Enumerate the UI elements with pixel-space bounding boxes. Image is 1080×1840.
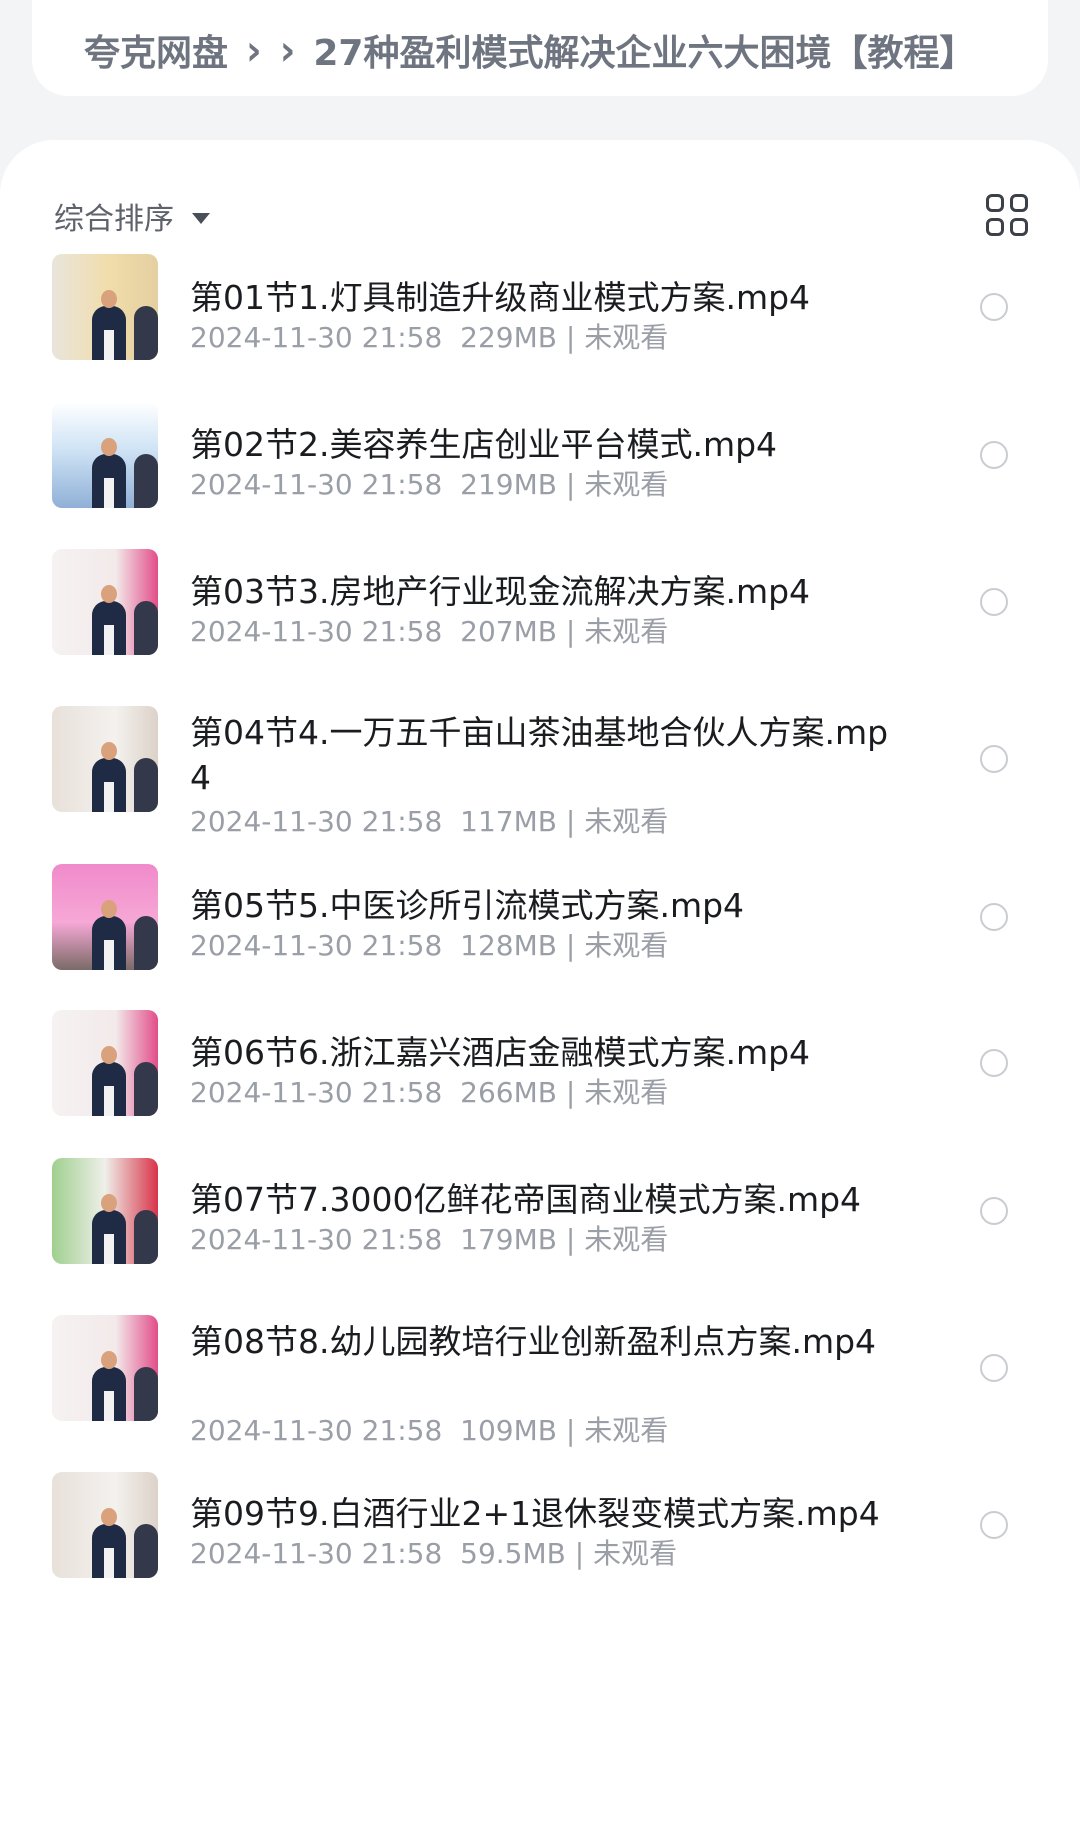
- watch-status: 未观看: [584, 1223, 669, 1256]
- video-thumbnail: [52, 1315, 158, 1421]
- select-radio[interactable]: [980, 1197, 1008, 1225]
- file-date: 2024-11-30 21:58: [190, 1223, 443, 1256]
- file-name[interactable]: 第04节4.一万五千亩山茶油基地合伙人方案.mp4: [190, 710, 890, 800]
- meta-divider: |: [556, 1076, 585, 1109]
- select-radio[interactable]: [980, 293, 1008, 321]
- file-meta: 2024-11-30 21:58 179MB | 未观看: [190, 1222, 668, 1258]
- file-name[interactable]: 第05节5.中医诊所引流模式方案.mp4: [190, 883, 890, 928]
- meta-divider: |: [556, 468, 585, 501]
- select-radio[interactable]: [980, 441, 1008, 469]
- file-meta: 2024-11-30 21:58 59.5MB | 未观看: [190, 1536, 677, 1572]
- grid-view-icon[interactable]: [986, 194, 1030, 238]
- toolbar: 综合排序: [54, 176, 1028, 256]
- meta-divider: |: [565, 1537, 594, 1570]
- file-name[interactable]: 第07节7.3000亿鲜花帝国商业模式方案.mp4: [190, 1177, 890, 1222]
- file-name[interactable]: 第09节9.白酒行业2+1退休裂变模式方案.mp4: [190, 1491, 890, 1536]
- file-meta: 2024-11-30 21:58 128MB | 未观看: [190, 928, 668, 964]
- select-radio[interactable]: [980, 1354, 1008, 1382]
- meta-divider: |: [556, 929, 585, 962]
- file-size: 109MB: [442, 1414, 557, 1447]
- file-name[interactable]: 第03节3.房地产行业现金流解决方案.mp4: [190, 569, 890, 614]
- file-size: 229MB: [442, 321, 557, 354]
- file-meta: 2024-11-30 21:58 229MB | 未观看: [190, 320, 668, 356]
- file-meta: 2024-11-30 21:58 266MB | 未观看: [190, 1075, 668, 1111]
- breadcrumb-separator-icon: ›: [279, 25, 296, 75]
- watch-status: 未观看: [584, 321, 669, 354]
- video-thumbnail: [52, 254, 158, 360]
- file-name[interactable]: 第01节1.灯具制造升级商业模式方案.mp4: [190, 275, 890, 320]
- select-radio[interactable]: [980, 1049, 1008, 1077]
- meta-divider: |: [556, 321, 585, 354]
- watch-status: 未观看: [584, 1414, 669, 1447]
- file-list-panel: 综合排序 第01节1.灯具制造升级商业模式方案.mp4 2024-11-30 21…: [0, 140, 1080, 1840]
- meta-divider: |: [556, 1414, 585, 1447]
- breadcrumb-current: 27种盈利模式解决企业六大困境【教程】: [313, 33, 976, 74]
- select-radio[interactable]: [980, 588, 1008, 616]
- watch-status: 未观看: [584, 1076, 669, 1109]
- watch-status: 未观看: [584, 805, 669, 838]
- video-thumbnail: [52, 1010, 158, 1116]
- file-date: 2024-11-30 21:58: [190, 615, 443, 648]
- watch-status: 未观看: [584, 468, 669, 501]
- watch-status: 未观看: [593, 1537, 678, 1570]
- file-meta: 2024-11-30 21:58 109MB | 未观看: [190, 1413, 668, 1449]
- file-date: 2024-11-30 21:58: [190, 321, 443, 354]
- video-thumbnail: [52, 1472, 158, 1578]
- breadcrumb: 夸克网盘 › › 27种盈利模式解决企业六大困境【教程】: [32, 0, 1048, 96]
- file-date: 2024-11-30 21:58: [190, 805, 443, 838]
- watch-status: 未观看: [584, 929, 669, 962]
- file-meta: 2024-11-30 21:58 117MB | 未观看: [190, 804, 668, 840]
- file-meta: 2024-11-30 21:58 207MB | 未观看: [190, 614, 668, 650]
- file-size: 219MB: [442, 468, 557, 501]
- meta-divider: |: [556, 805, 585, 838]
- video-thumbnail: [52, 402, 158, 508]
- caret-down-icon: [192, 212, 210, 224]
- file-meta: 2024-11-30 21:58 219MB | 未观看: [190, 467, 668, 503]
- sort-label: 综合排序: [54, 202, 174, 237]
- video-thumbnail: [52, 549, 158, 655]
- video-thumbnail: [52, 864, 158, 970]
- file-date: 2024-11-30 21:58: [190, 929, 443, 962]
- file-size: 179MB: [442, 1223, 557, 1256]
- file-date: 2024-11-30 21:58: [190, 1414, 443, 1447]
- meta-divider: |: [556, 615, 585, 648]
- video-thumbnail: [52, 1158, 158, 1264]
- file-size: 117MB: [442, 805, 557, 838]
- file-date: 2024-11-30 21:58: [190, 1076, 443, 1109]
- select-radio[interactable]: [980, 903, 1008, 931]
- file-name[interactable]: 第02节2.美容养生店创业平台模式.mp4: [190, 422, 890, 467]
- file-size: 128MB: [442, 929, 557, 962]
- sort-dropdown[interactable]: 综合排序: [54, 194, 210, 238]
- file-size: 207MB: [442, 615, 557, 648]
- video-thumbnail: [52, 706, 158, 812]
- file-date: 2024-11-30 21:58: [190, 1537, 443, 1570]
- meta-divider: |: [556, 1223, 585, 1256]
- breadcrumb-root[interactable]: 夸克网盘: [84, 24, 228, 76]
- file-size: 266MB: [442, 1076, 557, 1109]
- file-date: 2024-11-30 21:58: [190, 468, 443, 501]
- file-name[interactable]: 第06节6.浙江嘉兴酒店金融模式方案.mp4: [190, 1030, 890, 1075]
- select-radio[interactable]: [980, 745, 1008, 773]
- file-name[interactable]: 第08节8.幼儿园教培行业创新盈利点方案.mp4: [190, 1319, 890, 1364]
- select-radio[interactable]: [980, 1511, 1008, 1539]
- watch-status: 未观看: [584, 615, 669, 648]
- breadcrumb-separator-icon: ›: [246, 25, 262, 75]
- file-size: 59.5MB: [442, 1537, 566, 1570]
